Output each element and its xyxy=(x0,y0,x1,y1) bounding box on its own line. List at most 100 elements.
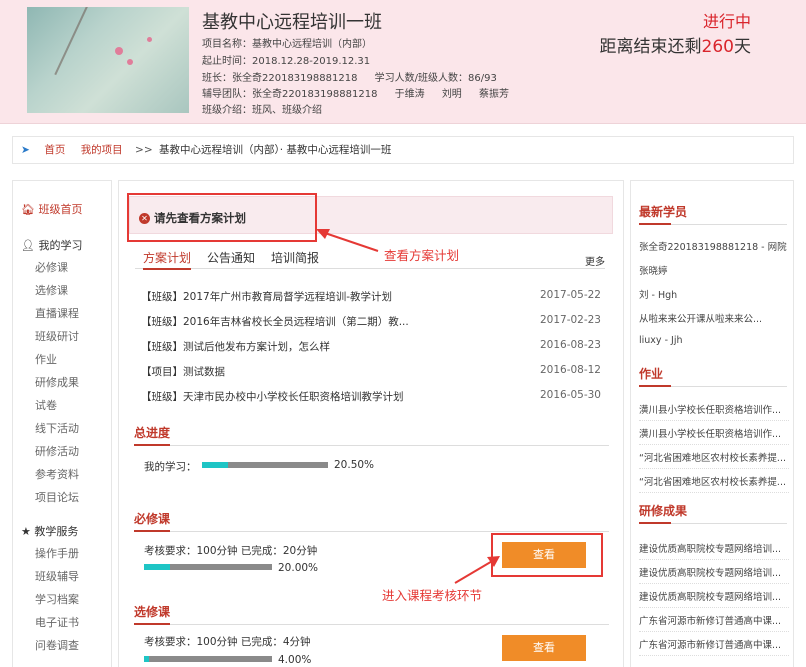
news-date: 2016-05-30 xyxy=(539,389,601,401)
main-content: ✕ 请先查看方案计划 方案计划 公告通知 培训简报 更多 【班级】2017年广州市… xyxy=(118,180,624,667)
list-item[interactable]: 张全奇220183198881218 - 网院 xyxy=(639,239,789,253)
breadcrumb-my-projects[interactable]: 我的项目 xyxy=(81,144,123,156)
homework-title: 作业 xyxy=(639,365,787,387)
view-elective-button[interactable]: 查看 xyxy=(502,635,586,661)
required-course-title: 必修课 xyxy=(134,510,609,532)
sidebar-item-references[interactable]: 参考资料 xyxy=(35,466,79,482)
close-circle-icon: ✕ xyxy=(139,213,150,224)
news-title: 【班级】2016年吉林省校长全员远程培训（第二期）教... xyxy=(141,316,409,328)
news-date: 2016-08-23 xyxy=(539,339,601,351)
sidebar-item-class-home[interactable]: 🏠︎ 班级首页 xyxy=(21,201,82,217)
breadcrumb: ➤ 首页 我的项目 >> 基教中心远程培训（内部）· 基教中心远程培训一班 xyxy=(12,136,794,164)
annotation-view-plan: 查看方案计划 xyxy=(384,248,460,263)
sidebar-item-exam[interactable]: 试卷 xyxy=(35,397,57,413)
countdown-suffix: 天 xyxy=(734,37,751,57)
sidebar-section-my-learning[interactable]: 👤︎ 我的学习 xyxy=(21,237,82,253)
news-date: 2016-08-12 xyxy=(539,364,601,376)
alert-text: 请先查看方案计划 xyxy=(154,211,246,225)
list-item[interactable]: 【班级】测试后他发布方案计划，怎么样 2016-08-23 xyxy=(141,339,601,354)
class-monitor: 班长：张全奇220183198881218 xyxy=(202,73,358,84)
sidebar-item-live[interactable]: 直播课程 xyxy=(35,305,79,321)
sidebar-item-discussion[interactable]: 班级研讨 xyxy=(35,328,79,344)
required-requirement: 考核要求：100分钟 已完成：20分钟 xyxy=(144,545,318,557)
total-progress-percent: 20.50% xyxy=(334,459,375,471)
left-sidebar: 🏠︎ 班级首页 👤︎ 我的学习 必修课 选修课 直播课程 班级研讨 作业 研修成… xyxy=(12,180,112,667)
right-sidebar: 最新学员 张全奇220183198881218 - 网院 张晓婷 刘 - Hgh… xyxy=(630,180,794,667)
class-title: 基教中心远程培训一班 xyxy=(202,12,382,33)
tab-plan[interactable]: 方案计划 xyxy=(143,249,192,270)
class-intro: 班级介绍：班风、班级介绍 xyxy=(202,105,322,116)
sidebar-section-label: 教学服务 xyxy=(34,525,79,538)
total-progress-bar xyxy=(202,462,328,468)
sidebar-item-activities[interactable]: 研修活动 xyxy=(35,443,79,459)
news-title: 【班级】天津市民办校中小学校长任职资格培训教学计划 xyxy=(141,391,404,403)
list-item[interactable]: 潢川县小学校长任职资格培训作... xyxy=(639,402,789,421)
tab-briefing[interactable]: 培训简报 xyxy=(271,249,319,266)
section-title-text: 最新学员 xyxy=(639,205,688,219)
list-item[interactable]: 【班级】2017年广州市教育局督学远程培训-教学计划 2017-05-22 xyxy=(141,289,601,304)
elective-progress-percent: 4.00% xyxy=(278,654,312,666)
list-item[interactable]: “河北省困难地区农村校长素养提... xyxy=(639,450,789,469)
annotation-enter-course: 进入课程考核环节 xyxy=(382,588,483,603)
section-title-text: 选修课 xyxy=(134,605,171,619)
section-title-text: 必修课 xyxy=(134,512,171,526)
sidebar-item-offline[interactable]: 线下活动 xyxy=(35,420,79,436)
list-item[interactable]: 【班级】2016年吉林省校长全员远程培训（第二期）教... 2017-02-23 xyxy=(141,314,601,329)
list-item[interactable]: liuxy - Jjh xyxy=(639,335,789,346)
countdown: 距离结束还剩260天 xyxy=(600,32,751,57)
sidebar-item-archive[interactable]: 学习档案 xyxy=(35,591,79,607)
list-item[interactable]: 潢川县小学校长任职资格培训作... xyxy=(639,426,789,445)
news-date: 2017-05-22 xyxy=(539,289,601,301)
sidebar-section-label: 我的学习 xyxy=(38,239,83,252)
sidebar-item-survey[interactable]: 问卷调查 xyxy=(35,637,79,653)
list-item[interactable]: 建设优质高职院校专题网络培训... xyxy=(639,565,789,584)
section-title-text: 总进度 xyxy=(134,426,171,440)
elective-requirement: 考核要求：100分钟 已完成：4分钟 xyxy=(144,636,311,648)
sidebar-item-certificate[interactable]: 电子证书 xyxy=(35,614,79,630)
monitor-line: 班长：张全奇220183198881218 学习人数/班级人数：86/93 xyxy=(202,69,511,84)
home-icon: 🏠︎ xyxy=(21,203,35,216)
progress-fill xyxy=(144,564,170,570)
news-title: 【项目】测试数据 xyxy=(141,366,225,378)
class-status: 进行中 xyxy=(702,12,751,31)
class-header: 基教中心远程培训一班 项目名称：基教中心远程培训（内部） 起止时间：2018.1… xyxy=(0,0,806,124)
notice-tabs: 方案计划 公告通知 培训简报 更多 xyxy=(135,247,605,270)
tutor-label: 辅导团队：张全奇220183198881218 xyxy=(202,89,378,100)
list-item[interactable]: 从啦来来公开课从啦来来公... xyxy=(639,311,789,325)
sidebar-section-teaching[interactable]: ★ 教学服务 xyxy=(21,523,78,539)
tutor-name: 蔡振芳 xyxy=(479,89,509,100)
elective-progress-bar xyxy=(144,656,272,662)
user-icon: 👤︎ xyxy=(21,239,35,252)
breadcrumb-home[interactable]: 首页 xyxy=(44,144,65,156)
tutor-name: 刘明 xyxy=(441,89,462,100)
news-date: 2017-02-23 xyxy=(539,314,601,326)
class-period: 起止时间：2018.12.28-2019.12.31 xyxy=(202,56,371,67)
sidebar-item-required[interactable]: 必修课 xyxy=(35,259,68,275)
paper-plane-icon: ➤ xyxy=(21,144,30,156)
breadcrumb-current: 基教中心远程培训（内部）· 基教中心远程培训一班 xyxy=(158,144,392,156)
sidebar-item-tutoring[interactable]: 班级辅导 xyxy=(35,568,79,584)
sidebar-item-homework[interactable]: 作业 xyxy=(35,351,57,367)
list-item[interactable]: 【项目】测试数据 2016-08-12 xyxy=(141,364,601,379)
list-item[interactable]: 刘 - Hgh xyxy=(639,287,789,301)
list-item[interactable]: 【班级】天津市民办校中小学校长任职资格培训教学计划 2016-05-30 xyxy=(141,389,601,404)
countdown-days: 260 xyxy=(701,37,734,57)
tab-announcement[interactable]: 公告通知 xyxy=(207,249,255,266)
list-item[interactable]: 张晓婷 xyxy=(639,263,789,277)
sidebar-item-manual[interactable]: 操作手册 xyxy=(35,545,79,561)
list-item[interactable]: “河北省困难地区农村校长素养提... xyxy=(639,474,789,493)
sidebar-item-elective[interactable]: 选修课 xyxy=(35,282,68,298)
list-item[interactable]: 广东省河源市新修订普通高中课... xyxy=(639,637,789,656)
sidebar-item-forum[interactable]: 项目论坛 xyxy=(35,489,79,505)
elective-course-title: 选修课 xyxy=(134,603,609,625)
list-item[interactable]: 广东省河源市新修订普通高中课... xyxy=(639,613,789,632)
list-item[interactable]: 建设优质高职院校专题网络培训... xyxy=(639,589,789,608)
view-required-button[interactable]: 查看 xyxy=(502,542,586,568)
alert-message[interactable]: ✕ 请先查看方案计划 xyxy=(139,210,246,226)
breadcrumb-separator: >> xyxy=(135,144,153,156)
more-link[interactable]: 更多 xyxy=(585,253,605,268)
list-item[interactable]: 建设优质高职院校专题网络培训... xyxy=(639,541,789,560)
sidebar-item-results[interactable]: 研修成果 xyxy=(35,374,79,390)
tutor-name: 于维涛 xyxy=(394,89,425,100)
tutor-team: 辅导团队：张全奇220183198881218 于维涛 刘明 蔡振芳 xyxy=(202,85,523,100)
